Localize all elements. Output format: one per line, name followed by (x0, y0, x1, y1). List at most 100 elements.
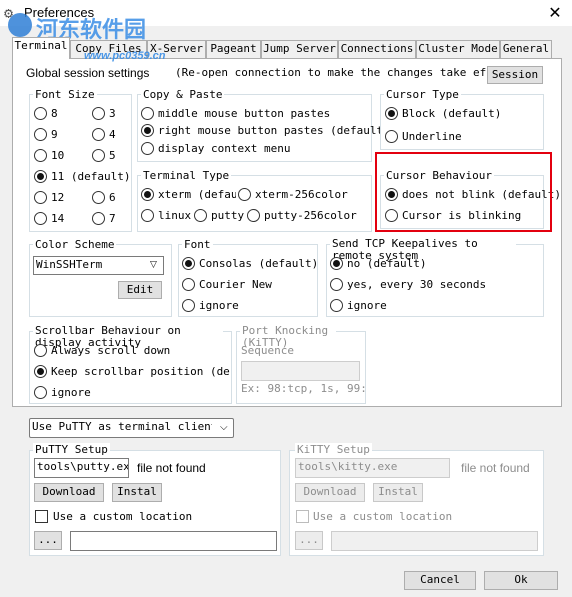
scroll-always-label: Always scroll down (51, 344, 171, 357)
font-size-9-radio[interactable] (34, 128, 47, 141)
font-size-6-radio[interactable] (92, 191, 105, 204)
kitty-custom-path-input[interactable] (331, 531, 538, 551)
watermark-url: www.pc0359.cn (84, 50, 166, 62)
cursor-type-underline-label: Underline (402, 130, 462, 143)
tab-cluster-mode[interactable]: Cluster Mode (416, 40, 500, 58)
cancel-button[interactable]: Cancel (404, 571, 476, 590)
chevron-down-icon: ⌵ (220, 422, 228, 433)
terminal-type-xterm-radio[interactable] (141, 188, 154, 201)
scroll-keep-label: Keep scrollbar position (default) (51, 365, 230, 378)
kitty-status: file not found (461, 461, 530, 475)
close-icon[interactable]: ✕ (540, 2, 570, 24)
kitty-path-input[interactable]: tools\kitty.exe (295, 458, 450, 478)
font-size-12-radio[interactable] (34, 191, 47, 204)
copy-paste-middle-radio[interactable] (141, 107, 154, 120)
terminal-type-linux-label: linux (158, 209, 192, 222)
cursor-type-block-radio[interactable] (385, 107, 398, 120)
tab-terminal[interactable]: Terminal (12, 37, 70, 59)
font-size-3-radio[interactable] (92, 107, 105, 120)
tab-connections[interactable]: Connections (338, 40, 416, 58)
kitty-browse-button[interactable]: ... (295, 531, 323, 550)
terminal-type-putty-label: putty (211, 209, 245, 222)
tcp-no-label: no (default) (347, 257, 427, 270)
font-size-14-label: 14 (51, 212, 65, 225)
color-scheme-select[interactable]: WinSSHTerm (33, 256, 164, 275)
terminal-type-xterm256-radio[interactable] (238, 188, 251, 201)
font-size-4-radio[interactable] (92, 128, 105, 141)
terminal-client-value: Use PuTTY as terminal client (default) (32, 420, 212, 433)
tcp-no-radio[interactable] (330, 257, 343, 270)
terminal-type-xterm256-label: xterm-256color (255, 188, 348, 201)
font-ignore-radio[interactable] (182, 299, 195, 312)
terminal-type-putty256-radio[interactable] (247, 209, 260, 222)
font-size-11-radio[interactable] (34, 170, 47, 183)
scroll-ignore-radio[interactable] (34, 386, 47, 399)
kitty-setup-title: KiTTY Setup (295, 443, 372, 456)
font-title: Font (182, 238, 213, 251)
font-size-8-radio[interactable] (34, 107, 47, 120)
ok-button[interactable]: Ok (484, 571, 558, 590)
session-button[interactable]: Session (487, 66, 543, 84)
kitty-download-button[interactable]: Download (295, 483, 365, 502)
font-size-10-radio[interactable] (34, 149, 47, 162)
port-knocking-sequence-label: Sequence (241, 344, 294, 357)
cursor-behaviour-highlight (375, 152, 552, 232)
port-knocking-sequence-input[interactable] (241, 361, 360, 381)
cursor-type-title: Cursor Type (384, 88, 461, 101)
kitty-custom-location-label: Use a custom location (313, 510, 453, 523)
font-size-4-label: 4 (109, 128, 116, 141)
font-size-14-radio[interactable] (34, 212, 47, 225)
copy-paste-title: Copy & Paste (141, 88, 225, 101)
font-size-6-label: 6 (109, 191, 116, 204)
copy-paste-right-label: right mouse button pastes (default) (158, 124, 390, 137)
putty-install-button[interactable]: Instal (112, 483, 162, 502)
tcp-ignore-label: ignore (347, 299, 387, 312)
font-consolas-label: Consolas (default) (199, 257, 319, 270)
cursor-type-underline-radio[interactable] (385, 130, 398, 143)
putty-browse-button[interactable]: ... (34, 531, 62, 550)
font-size-7-radio[interactable] (92, 212, 105, 225)
color-scheme-value: WinSSHTerm (36, 258, 103, 271)
tcp-yes-radio[interactable] (330, 278, 343, 291)
font-size-10-label: 10 (51, 149, 65, 162)
kitty-custom-location-checkbox[interactable] (296, 510, 309, 523)
kitty-install-button[interactable]: Instal (373, 483, 423, 502)
terminal-type-putty-radio[interactable] (194, 209, 207, 222)
putty-custom-path-input[interactable] (70, 531, 277, 551)
putty-path-input[interactable]: tools\putty.exe (34, 458, 129, 478)
font-size-5-label: 5 (109, 149, 116, 162)
global-session-label: Global session settings (26, 66, 150, 80)
tcp-yes-label: yes, every 30 seconds (347, 278, 487, 291)
font-size-8-label: 8 (51, 107, 58, 120)
tab-general[interactable]: General (500, 40, 552, 58)
font-size-3-label: 3 (109, 107, 116, 120)
scroll-keep-radio[interactable] (34, 365, 47, 378)
putty-download-button[interactable]: Download (34, 483, 104, 502)
copy-paste-right-radio[interactable] (141, 124, 154, 137)
font-size-title: Font Size (33, 88, 97, 101)
scroll-always-radio[interactable] (34, 344, 47, 357)
font-courier-radio[interactable] (182, 278, 195, 291)
tcp-ignore-radio[interactable] (330, 299, 343, 312)
terminal-client-select[interactable]: Use PuTTY as terminal client (default) (29, 418, 234, 438)
font-size-7-label: 7 (109, 212, 116, 225)
font-consolas-radio[interactable] (182, 257, 195, 270)
tab-jump-server[interactable]: Jump Server (261, 40, 338, 58)
font-size-5-radio[interactable] (92, 149, 105, 162)
putty-custom-location-checkbox[interactable] (35, 510, 48, 523)
font-size-11-label: 11 (default) (51, 170, 131, 183)
copy-paste-context-radio[interactable] (141, 142, 154, 155)
terminal-type-linux-radio[interactable] (141, 209, 154, 222)
scroll-ignore-label: ignore (51, 386, 91, 399)
terminal-type-xterm-label: xterm (default) (158, 188, 236, 201)
color-scheme-title: Color Scheme (33, 238, 117, 251)
terminal-type-group (137, 175, 372, 232)
chevron-down-icon: ▽ (150, 260, 157, 270)
putty-setup-title: PuTTY Setup (33, 443, 110, 456)
tab-pageant[interactable]: Pageant (206, 40, 261, 58)
color-scheme-edit-button[interactable]: Edit (118, 281, 162, 299)
font-size-12-label: 12 (51, 191, 65, 204)
cursor-type-block-label: Block (default) (402, 107, 502, 120)
terminal-type-putty256-label: putty-256color (264, 209, 357, 222)
font-courier-label: Courier New (199, 278, 272, 291)
